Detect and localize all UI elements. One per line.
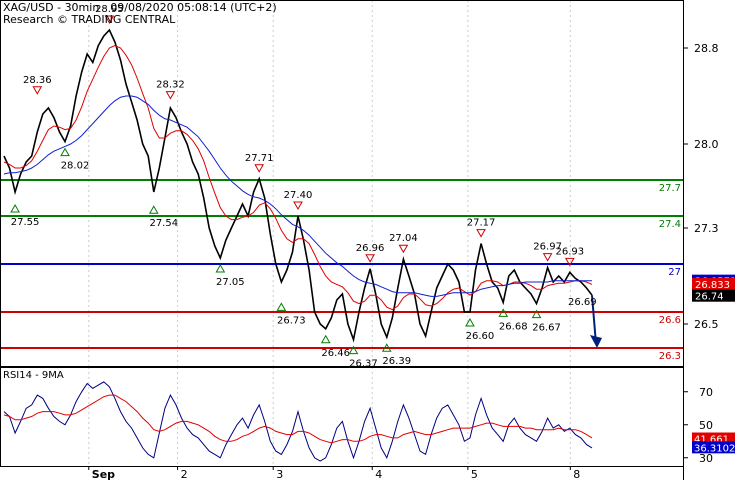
rsi-y-tick-label: 50	[699, 419, 713, 432]
swing-high-marker	[32, 86, 43, 95]
swing-low-marker	[148, 205, 159, 214]
swing-low-marker	[320, 334, 331, 344]
swing-high-marker	[476, 229, 486, 238]
series-line-price	[3, 28, 593, 343]
swing-low-marker	[276, 302, 287, 311]
y-tick-label: 27.3	[694, 222, 719, 235]
swing-low-label: 27.55	[11, 217, 40, 228]
swing-low-label: 26.46	[321, 348, 350, 359]
level-label: 27.7	[659, 183, 681, 194]
swing-low-label: 26.39	[382, 356, 411, 367]
swing-low-label: 26.73	[277, 315, 306, 326]
swing-low-label: 26.67	[532, 323, 561, 334]
swing-low-label: 27.05	[216, 277, 245, 288]
forecast-arrow-head	[590, 335, 602, 348]
swing-high-label: 27.04	[389, 233, 418, 244]
swing-high-label: 26.96	[356, 243, 385, 254]
level-label: 26.3	[659, 351, 681, 362]
rsi-title: RSI14 - 9MA	[3, 370, 64, 381]
swing-low-marker	[10, 203, 20, 213]
rsi-y-tick-label: 70	[699, 386, 713, 399]
swing-high-marker	[398, 244, 409, 254]
swing-low-marker	[60, 147, 70, 157]
level-label: 27	[668, 267, 681, 278]
x-tick-label: 4	[375, 468, 382, 480]
support-resistance-lines: 27.7 27.4 27 26.6 26.3	[0, 179, 683, 362]
x-tick-label: 8	[573, 468, 580, 480]
chart-canvas: 27.727.42726.626.3 26.6927.5528.3628.022…	[0, 0, 735, 480]
x-tick-label: 5	[471, 468, 478, 480]
swing-high-label: 27.71	[245, 153, 274, 164]
swing-low-label: 26.68	[499, 321, 528, 332]
swing-high-marker	[254, 164, 265, 173]
x-tick-label: 3	[276, 468, 283, 480]
y-tick-label: 28.8	[694, 42, 719, 55]
swing-high-marker	[365, 254, 375, 263]
swing-low-marker	[465, 317, 475, 327]
swing-markers: 26.6927.5528.3628.0228.9527.5428.3227.05…	[10, 4, 602, 370]
level-label: 26.6	[659, 315, 681, 326]
swing-high-label: 28.36	[23, 75, 52, 86]
swing-high-label: 27.40	[284, 190, 313, 201]
y-tick-label: 28.0	[694, 138, 719, 151]
rsi-tag-label: 36.3102	[694, 443, 735, 454]
price-tag-label: 26.74	[695, 292, 724, 303]
axes: 26.527.328.028.8Sep2345826.857126.83326.…	[0, 0, 735, 480]
swing-high-marker	[542, 253, 553, 262]
price-tag-label: 26.833	[695, 280, 730, 291]
series-line-ma_fast	[3, 45, 593, 311]
price-series	[3, 28, 593, 343]
swing-low-label: 27.54	[149, 218, 178, 229]
x-tick-label: Sep	[92, 468, 115, 480]
swing-high-label: 26.93	[555, 246, 584, 257]
gridlines	[88, 0, 571, 466]
rsi-panel: RSI14 - 9MA	[3, 370, 593, 462]
research-credit: Research © TRADING CENTRAL	[3, 13, 176, 26]
swing-high-marker	[165, 91, 176, 100]
swing-low-label: 26.60	[466, 331, 495, 342]
x-tick-label: 2	[181, 468, 188, 480]
swing-high-label: 28.32	[156, 80, 185, 91]
swing-high-label: 27.17	[467, 218, 496, 229]
y-tick-label: 26.5	[694, 318, 719, 331]
forecast-label: 26.69	[568, 297, 597, 308]
swing-low-label: 28.02	[61, 161, 90, 172]
level-label: 27.4	[659, 219, 681, 230]
swing-high-marker	[293, 201, 303, 211]
rsi-series-rsi_ma	[3, 394, 593, 444]
rsi-series-rsi	[3, 381, 593, 462]
swing-low-marker	[215, 263, 226, 273]
